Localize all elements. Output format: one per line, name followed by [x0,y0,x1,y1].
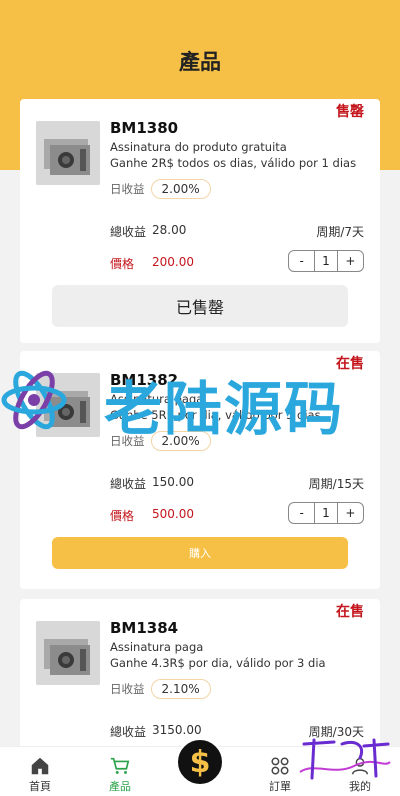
status-badge: 在售 [336,356,364,372]
dollar-icon[interactable]: $ [176,738,224,786]
decrement-button[interactable]: - [289,251,314,271]
sold-out-button[interactable]: 已售罄 [52,285,348,327]
description-line: Assinatura paga [110,392,204,406]
quantity-value[interactable]: 1 [314,503,338,523]
daily-yield-label: 日收益 [110,434,145,448]
product-name: BM1380 [110,119,179,137]
price-label: 價格 [110,257,135,271]
tab-label: 產品 [109,780,131,793]
increment-button[interactable]: + [338,503,363,523]
daily-yield-value: 2.10% [150,679,211,699]
description-line: Ganhe 5R$ por dia, válido por 5 dias [110,408,321,422]
product-image [36,121,100,185]
product-image [36,373,100,437]
total-yield-label: 總收益 [110,477,147,491]
status-badge: 售罄 [336,104,364,120]
description-line: Assinatura paga [110,640,204,654]
product-name: BM1382 [110,371,179,389]
product-name: BM1384 [110,619,179,637]
description-line: Ganhe 2R$ todos os dias, válido por 1 di… [110,156,357,170]
daily-yield: 日收益 2.10% [110,679,211,699]
tab-home[interactable]: 首頁 [10,747,70,796]
decrement-button[interactable]: - [289,503,314,523]
product-card: 在售 BM1382 Assinatura paga Ganhe 5R$ por … [20,351,380,589]
cart-icon [110,757,130,774]
total-yield-label: 總收益 [110,225,147,239]
product-description: Assinatura do produto gratuita Ganhe 2R$… [110,139,356,171]
quantity-value[interactable]: 1 [314,251,338,271]
product-image [36,621,100,685]
increment-button[interactable]: + [338,251,363,271]
total-yield-value: 150.00 [152,475,194,489]
total-yield-value: 28.00 [152,223,187,237]
page-title: 產品 [179,50,221,74]
buy-button[interactable]: 購入 [52,537,348,569]
period-label: 周期/7天 [316,225,364,239]
daily-yield: 日收益 2.00% [110,179,211,199]
total-yield-label: 總收益 [110,725,147,739]
period-label: 周期/15天 [308,477,364,491]
price-label: 價格 [110,509,135,523]
product-description: Assinatura paga Ganhe 4.3R$ por dia, vál… [110,639,326,671]
tab-orders[interactable]: 訂單 [250,747,310,796]
dollar-symbol: $ [189,744,211,780]
tab-label: 訂單 [269,780,291,793]
daily-yield-label: 日收益 [110,182,145,196]
daily-yield-value: 2.00% [150,431,211,451]
quantity-stepper: - 1 + [288,250,364,272]
daily-yield: 日收益 2.00% [110,431,211,451]
tab-products[interactable]: 產品 [90,747,150,796]
total-yield-value: 3150.00 [152,723,202,737]
home-icon [31,757,49,775]
tab-label: 我的 [349,780,371,793]
product-card: 售罄 BM1380 Assinatura do produto gratuita… [20,99,380,343]
quantity-stepper: - 1 + [288,502,364,524]
tab-label: 首頁 [29,780,51,793]
description-line: Ganhe 4.3R$ por dia, válido por 3 dia [110,656,326,670]
user-icon [351,757,369,775]
status-badge: 在售 [336,604,364,620]
product-card: 在售 BM1384 Assinatura paga Ganhe 4.3R$ po… [20,599,380,759]
daily-yield-value: 2.00% [150,179,211,199]
grid-icon [271,757,289,775]
description-line: Assinatura do produto gratuita [110,140,287,154]
price-value: 500.00 [152,507,194,521]
daily-yield-label: 日收益 [110,682,145,696]
tab-profile[interactable]: 我的 [330,747,390,796]
period-label: 周期/30天 [308,725,364,739]
price-value: 200.00 [152,255,194,269]
product-description: Assinatura paga Ganhe 5R$ por dia, válid… [110,391,321,423]
